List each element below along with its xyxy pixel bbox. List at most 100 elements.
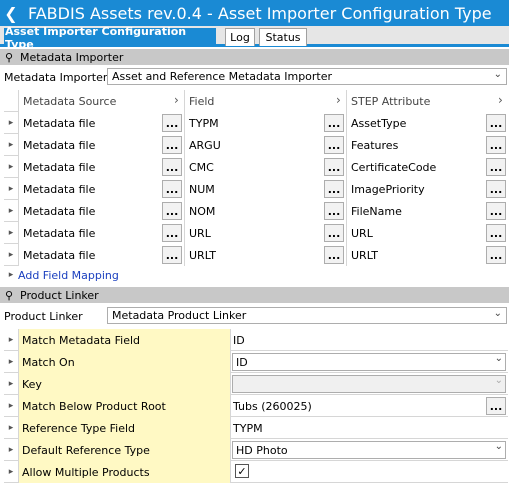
property-value[interactable]: ID	[231, 329, 508, 351]
chevron-down-icon[interactable]: ⌄	[495, 353, 503, 364]
field-browse-button[interactable]: ...	[324, 136, 344, 154]
metadata-source-browse-button[interactable]: ...	[162, 136, 182, 154]
chevron-right-icon[interactable]: ›	[336, 93, 341, 107]
field-browse-button[interactable]: ...	[324, 224, 344, 242]
column-header-step-attribute[interactable]: STEP Attribute	[346, 90, 508, 112]
step-attribute-cell: AssetType	[346, 112, 508, 134]
pin-icon[interactable]: ⚲	[2, 289, 16, 302]
step-attribute-cell: URL	[346, 222, 508, 244]
default-reference-type-select[interactable]: HD Photo ⌄	[231, 439, 508, 461]
product-linker-section-header[interactable]: ⚲ Product Linker	[0, 287, 509, 303]
metadata-importer-select[interactable]: Asset and Reference Metadata Importer ⌄	[107, 68, 507, 85]
property-name: Key	[18, 373, 231, 395]
row-expand-icon[interactable]: ▸	[4, 373, 18, 395]
row-expand-icon[interactable]: ▸	[4, 461, 18, 483]
row-expand-icon[interactable]: ▸	[4, 351, 18, 373]
pin-icon[interactable]: ⚲	[2, 51, 16, 64]
step-attribute-browse-button[interactable]: ...	[486, 136, 506, 154]
table-row[interactable]: ▸ Metadata file ... CMC ... CertificateC…	[4, 156, 508, 178]
chevron-down-icon[interactable]: ⌄	[495, 441, 503, 452]
field-browse-button[interactable]: ...	[324, 202, 344, 220]
table-row[interactable]: ▸ Metadata file ... TYPM ... AssetType .…	[4, 112, 508, 134]
add-field-mapping-link[interactable]: ▸ Add Field Mapping	[4, 267, 119, 283]
metadata-importer-label: Metadata Importer	[4, 70, 108, 84]
row-expand-icon[interactable]: ▸	[4, 200, 18, 222]
metadata-source-cell: Metadata file	[18, 222, 184, 244]
metadata-source-browse-button[interactable]: ...	[162, 246, 182, 264]
step-attribute-browse-button[interactable]: ...	[486, 180, 506, 198]
row-expand-icon[interactable]: ▸	[4, 417, 18, 439]
chevron-down-icon[interactable]: ⌄	[494, 69, 502, 80]
product-root-browse-button[interactable]: ...	[486, 397, 506, 415]
property-row[interactable]: ▸ Match Below Product Root Tubs (260025)…	[4, 395, 508, 417]
chevron-down-icon: ⌄	[494, 375, 503, 386]
key-select[interactable]: ⌄	[231, 373, 508, 395]
row-expand-icon[interactable]: ▸	[4, 244, 18, 266]
row-expand-icon[interactable]: ▸	[4, 222, 18, 244]
step-attribute-cell: CertificateCode	[346, 156, 508, 178]
field-cell: TYPM	[184, 112, 346, 134]
step-attribute-browse-button[interactable]: ...	[486, 158, 506, 176]
table-row[interactable]: ▸ Metadata file ... URLT ... URLT ...	[4, 244, 508, 266]
field-browse-button[interactable]: ...	[324, 114, 344, 132]
step-attribute-browse-button[interactable]: ...	[486, 114, 506, 132]
property-row[interactable]: ▸ Default Reference Type HD Photo ⌄	[4, 439, 508, 461]
tab-asset-importer-configuration-type[interactable]: Asset Importer Configuration Type	[4, 25, 216, 51]
row-expand-icon[interactable]: ▸	[4, 112, 18, 134]
field-browse-button[interactable]: ...	[324, 158, 344, 176]
metadata-source-browse-button[interactable]: ...	[162, 202, 182, 220]
step-attribute-browse-button[interactable]: ...	[486, 246, 506, 264]
step-attribute-browse-button[interactable]: ...	[486, 224, 506, 242]
field-browse-button[interactable]: ...	[324, 180, 344, 198]
chevron-down-icon[interactable]: ⌄	[494, 308, 502, 319]
table-row[interactable]: ▸ Metadata file ... ARGU ... Features ..…	[4, 134, 508, 156]
back-arrow-icon[interactable]: ❮	[0, 4, 22, 23]
allow-multiple-products-cell: ✓	[231, 461, 508, 483]
metadata-source-cell: Metadata file	[18, 178, 184, 200]
property-row[interactable]: ▸ Allow Multiple Products ✓	[4, 461, 508, 483]
product-linker-select[interactable]: Metadata Product Linker ⌄	[107, 307, 507, 324]
table-row[interactable]: ▸ Metadata file ... NUM ... ImagePriorit…	[4, 178, 508, 200]
property-row[interactable]: ▸ Key ⌄	[4, 373, 508, 395]
column-header-field[interactable]: Field	[184, 90, 346, 112]
property-name: Reference Type Field	[18, 417, 231, 439]
property-name: Match Below Product Root	[18, 395, 231, 417]
window-title: FABDIS Assets rev.0.4 - Asset Importer C…	[28, 3, 492, 23]
row-expand-icon[interactable]: ▸	[4, 178, 18, 200]
row-expand-icon[interactable]: ▸	[4, 156, 18, 178]
metadata-source-browse-button[interactable]: ...	[162, 114, 182, 132]
property-name: Allow Multiple Products	[18, 461, 231, 483]
property-row[interactable]: ▸ Reference Type Field TYPM	[4, 417, 508, 439]
tab-strip: Asset Importer Configuration Type Log St…	[0, 25, 509, 51]
metadata-importer-section-header[interactable]: ⚲ Metadata Importer	[0, 49, 509, 65]
property-value[interactable]: TYPM	[231, 417, 508, 439]
step-attribute-browse-button[interactable]: ...	[486, 202, 506, 220]
product-linker-row: Product Linker Metadata Product Linker ⌄	[0, 307, 509, 325]
row-expand-icon[interactable]: ▸	[4, 439, 18, 461]
property-value[interactable]: Tubs (260025)	[231, 395, 508, 417]
tab-log[interactable]: Log	[225, 28, 255, 46]
allow-multiple-products-checkbox[interactable]: ✓	[235, 464, 249, 478]
step-attribute-cell: Features	[346, 134, 508, 156]
column-header-metadata-source[interactable]: Metadata Source	[18, 90, 184, 112]
property-name: Default Reference Type	[18, 439, 231, 461]
chevron-right-icon[interactable]: ›	[498, 93, 503, 107]
row-expand-icon[interactable]: ▸	[4, 329, 18, 351]
add-field-mapping-label[interactable]: Add Field Mapping	[18, 269, 119, 282]
metadata-source-browse-button[interactable]: ...	[162, 180, 182, 198]
row-expand-icon[interactable]: ▸	[4, 395, 18, 417]
checkmark-icon: ✓	[237, 464, 247, 478]
key-value	[232, 375, 506, 393]
match-on-select[interactable]: ID ⌄	[231, 351, 508, 373]
tab-status[interactable]: Status	[259, 28, 307, 46]
property-name: Match On	[18, 351, 231, 373]
metadata-source-browse-button[interactable]: ...	[162, 158, 182, 176]
field-browse-button[interactable]: ...	[324, 246, 344, 264]
table-row[interactable]: ▸ Metadata file ... NOM ... FileName ...	[4, 200, 508, 222]
table-row[interactable]: ▸ Metadata file ... URL ... URL ...	[4, 222, 508, 244]
chevron-right-icon[interactable]: ›	[174, 93, 179, 107]
row-expand-icon[interactable]: ▸	[4, 134, 18, 156]
property-row[interactable]: ▸ Match On ID ⌄	[4, 351, 508, 373]
metadata-source-browse-button[interactable]: ...	[162, 224, 182, 242]
property-row[interactable]: ▸ Match Metadata Field ID	[4, 329, 508, 351]
